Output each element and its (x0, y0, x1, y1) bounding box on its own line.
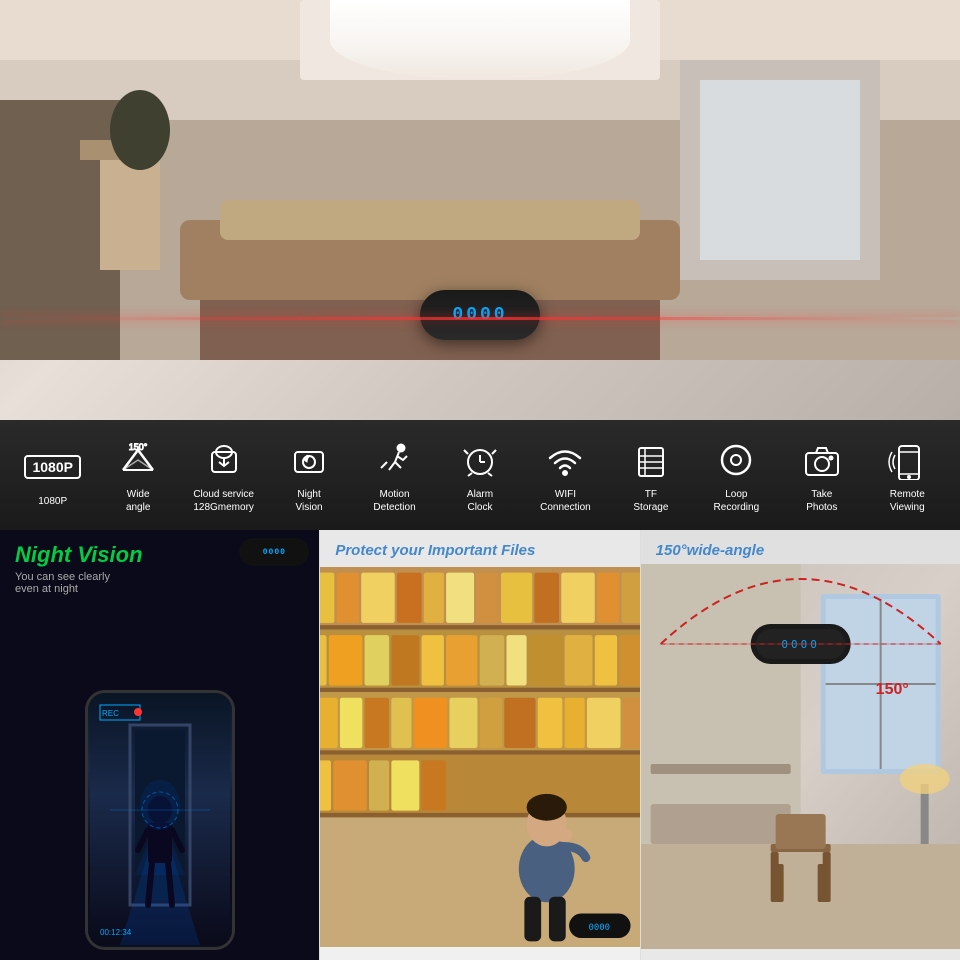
feature-motion: MotionDetection (357, 436, 432, 514)
svg-text:0000: 0000 (589, 923, 611, 933)
feature-label-motion: MotionDetection (373, 488, 415, 514)
night-vision-panel: Night Vision You can see clearlyeven at … (0, 530, 319, 960)
feature-alarm: AlarmClock (442, 436, 517, 514)
wide-angle-icon: 150° (114, 436, 162, 484)
remote-icon (883, 436, 931, 484)
feature-1080p: 1080P 1080P (15, 443, 90, 508)
alarm-icon (456, 436, 504, 484)
feature-wide-angle: 150° Wideangle (101, 436, 176, 514)
hero-clock-display: 0000 (452, 305, 507, 325)
night-vision-header: Night Vision You can see clearlyeven at … (0, 530, 319, 600)
night-vision-image: REC 00:12:34 (90, 695, 230, 945)
files-header: Protect your Important Files (320, 530, 639, 567)
feature-label-resolution: 1080P (38, 495, 67, 508)
feature-label-alarm: AlarmClock (467, 488, 493, 514)
files-panel: Protect your Important Files (319, 530, 640, 960)
svg-text:150°: 150° (875, 681, 908, 698)
cloud-icon (200, 436, 248, 484)
feature-storage: TFStorage (613, 436, 688, 514)
bottom-panels: Night Vision You can see clearlyeven at … (0, 530, 960, 960)
hero-section: 0000 (0, 0, 960, 420)
angle-panel: 150°wide-angle (641, 530, 960, 960)
angle-content: 0000 150° (641, 564, 960, 949)
feature-label-cloud: Cloud service128Gmemory (193, 488, 254, 514)
files-content: 0000 (320, 567, 639, 947)
files-shelves-image: 0000 (320, 567, 639, 947)
svg-text:REC: REC (102, 709, 119, 718)
night-device-small: 0000 (239, 538, 309, 566)
feature-label-night: NightVision (296, 488, 323, 514)
feature-label-wifi: WIFIConnection (540, 488, 591, 514)
feature-loop: LoopRecording (699, 436, 774, 514)
feature-label-photos: TakePhotos (806, 488, 837, 514)
wifi-icon (541, 436, 589, 484)
features-bar: 1080P 1080P 150° Wideangle Cloud service… (0, 420, 960, 530)
feature-cloud: Cloud service128Gmemory (186, 436, 261, 514)
loop-icon (712, 436, 760, 484)
feature-label-remote: RemoteViewing (890, 488, 925, 514)
feature-label-wide: Wideangle (126, 488, 150, 514)
feature-wifi: WIFIConnection (528, 436, 603, 514)
night-icon (285, 436, 333, 484)
hero-alarm-clock: 0000 (420, 290, 540, 340)
ceiling-light (330, 0, 630, 80)
storage-icon (627, 436, 675, 484)
feature-remote: RemoteViewing (870, 436, 945, 514)
night-vision-title: Night Vision (15, 542, 143, 568)
night-clock-display: 0000 (263, 548, 286, 557)
resolution-icon: 1080P (29, 443, 77, 491)
feature-label-storage: TFStorage (633, 488, 668, 514)
angle-image: 0000 150° (641, 564, 960, 949)
night-vision-subtitle: You can see clearlyeven at night (15, 571, 143, 595)
angle-title: 150°wide-angle (656, 542, 945, 559)
feature-label-loop: LoopRecording (714, 488, 760, 514)
phone-screen: REC 00:12:34 (88, 693, 232, 947)
camera-icon (798, 436, 846, 484)
phone-frame: REC 00:12:34 (85, 690, 235, 950)
laser-detection-line (0, 317, 960, 320)
feature-photos: TakePhotos (784, 436, 859, 514)
feature-night: NightVision (272, 436, 347, 514)
angle-header: 150°wide-angle (641, 530, 960, 564)
files-title: Protect your Important Files (335, 542, 624, 559)
motion-icon (371, 436, 419, 484)
svg-text:00:12:34: 00:12:34 (100, 928, 132, 937)
